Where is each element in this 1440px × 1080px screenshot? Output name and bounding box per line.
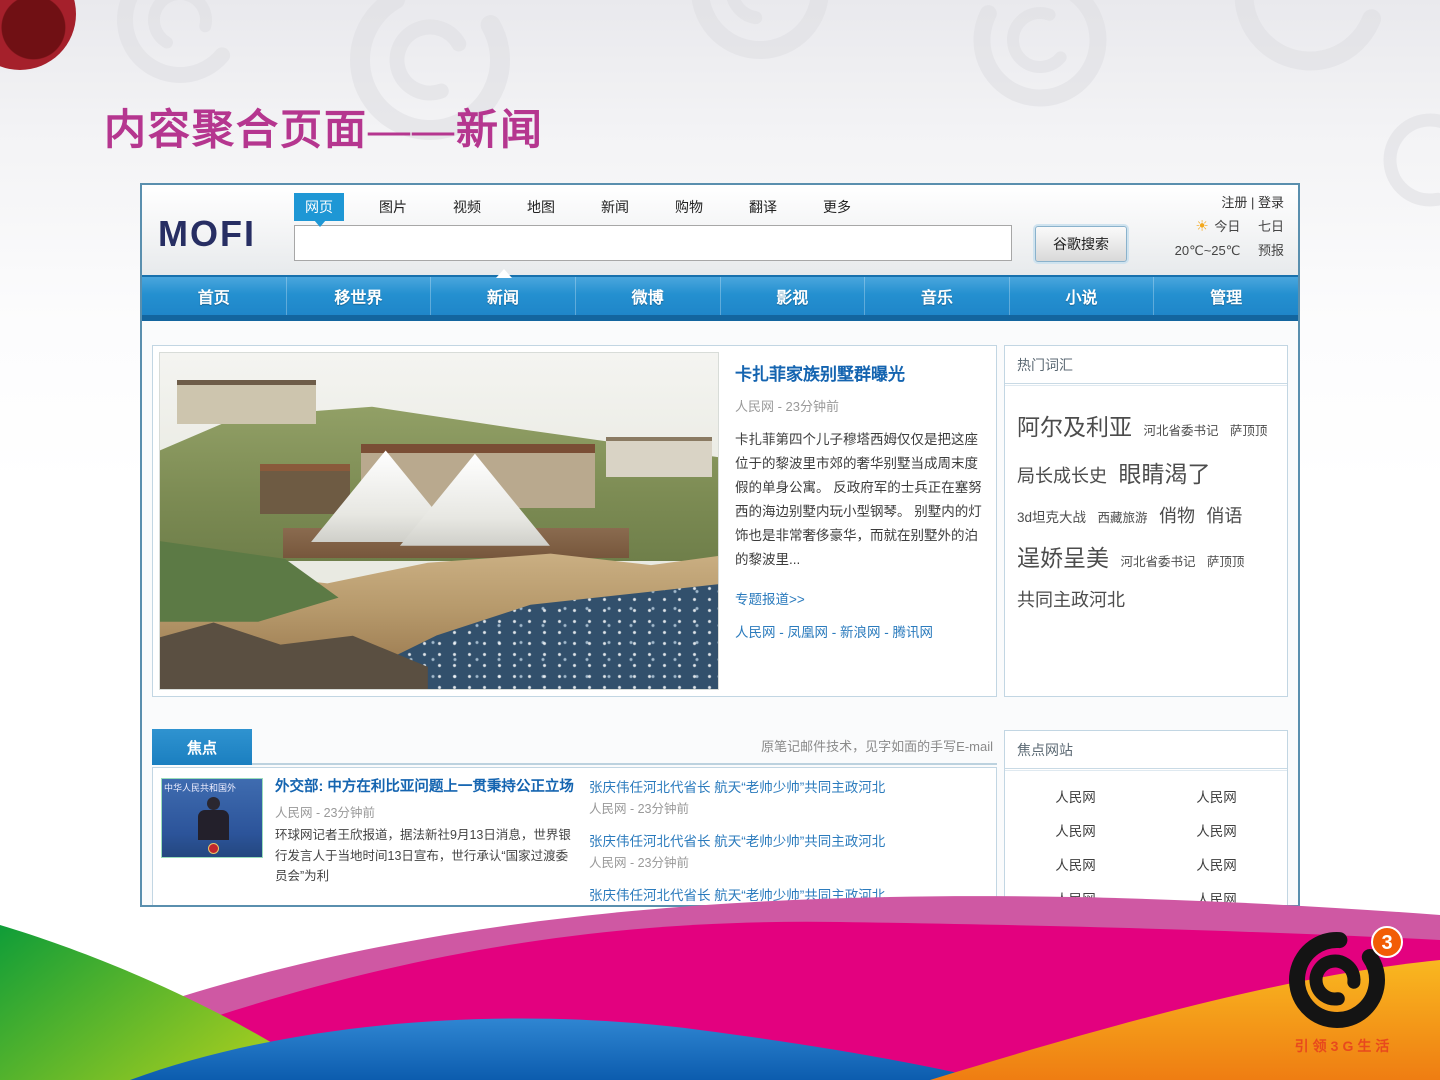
photo-cabin [260, 464, 349, 514]
weather-today-link[interactable]: 今日 [1214, 219, 1240, 234]
list-item: 张庆伟任河北代省长 航天“老帅少帅”共同主政河北 人民网 - 23分钟前 [589, 830, 987, 871]
hot-word-tag[interactable]: 阿尔及利亚 [1017, 414, 1132, 440]
weather-forecast-link[interactable]: 预报 [1258, 243, 1284, 258]
login-link[interactable]: 登录 [1258, 195, 1284, 210]
focus-item-headline[interactable]: 张庆伟任河北代省长 航天“老帅少帅”共同主政河北 [589, 830, 987, 850]
hot-word-tag[interactable]: 3d坦克大战 [1017, 510, 1086, 525]
browser-content: 卡扎菲家族别墅群曝光 人民网 - 23分钟前 卡扎菲第四个儿子穆塔西姆仅仅是把这… [142, 321, 1298, 905]
account-divider: | [1251, 195, 1254, 210]
article-source: 人民网 - 23分钟前 [735, 396, 987, 415]
focus-sites-title: 焦点网站 [1005, 731, 1287, 769]
focus-lead-headline[interactable]: 外交部: 中方在利比亚问题上一贯秉持公正立场 [275, 776, 577, 798]
article-body: 卡扎菲第四个儿子穆塔西姆仅仅是把这座位于的黎波里市郊的奢华别墅当成周末度假的单身… [735, 428, 987, 572]
focus-item-source: 人民网 - 23分钟前 [589, 852, 987, 871]
main-article-card: 卡扎菲家族别墅群曝光 人民网 - 23分钟前 卡扎菲第四个儿子穆塔西姆仅仅是把这… [152, 345, 997, 697]
search-tab-translate[interactable]: 翻译 [738, 193, 788, 221]
list-item: 张庆伟任河北代省长 航天“老帅少帅”共同主政河北 人民网 - 23分钟前 [589, 776, 987, 817]
search-tab-bar: 网页 图片 视频 地图 新闻 购物 翻译 更多 [294, 193, 862, 221]
hot-word-tag[interactable]: 俏物 [1159, 506, 1195, 526]
nav-item-news[interactable]: 新闻 [430, 277, 575, 315]
national-emblem-icon [208, 843, 219, 854]
nav-item-mobile-world[interactable]: 移世界 [286, 277, 431, 315]
active-tab-pointer [314, 220, 326, 233]
nav-item-admin[interactable]: 管理 [1153, 277, 1298, 315]
account-links: 注册 | 登录 [1221, 192, 1284, 211]
hot-words-title: 热门词汇 [1005, 346, 1287, 384]
article-photo[interactable] [159, 352, 719, 690]
nav-active-pointer [496, 261, 512, 278]
register-link[interactable]: 注册 [1221, 195, 1247, 210]
hot-words-panel: 热门词汇 阿尔及利亚 河北省委书记 萨顶顶 局长成长史 眼睛渴了 3d坦克大战 … [1004, 345, 1288, 697]
hot-word-tag[interactable]: 萨顶顶 [1207, 555, 1245, 569]
article-headline[interactable]: 卡扎菲家族别墅群曝光 [735, 360, 987, 385]
photo-building [177, 380, 317, 424]
hot-word-tag[interactable]: 逞娇呈美 [1017, 545, 1109, 571]
hot-word-tag[interactable]: 河北省委书记 [1120, 555, 1195, 569]
thumbnail-caption: 中华人民共和国外 [164, 781, 263, 794]
browser-mockup: MOFI 网页 图片 视频 地图 新闻 购物 翻译 更多 谷歌搜索 注册 | 登… [140, 183, 1300, 907]
hot-word-tag[interactable]: 萨顶顶 [1230, 424, 1268, 438]
site-link[interactable]: 人民网 [1005, 813, 1146, 847]
hot-words-cloud: 阿尔及利亚 河北省委书记 萨顶顶 局长成长史 眼睛渴了 3d坦克大战 西藏旅游 … [1005, 385, 1287, 637]
search-tab-maps[interactable]: 地图 [516, 193, 566, 221]
article-text-column: 卡扎菲家族别墅群曝光 人民网 - 23分钟前 卡扎菲第四个儿子穆塔西姆仅仅是把这… [735, 360, 987, 641]
hot-word-tag[interactable]: 俏语 [1206, 506, 1242, 526]
source-links[interactable]: 人民网 - 凤凰网 - 新浪网 - 腾讯网 [735, 621, 987, 641]
news-thumbnail[interactable]: 中华人民共和国外 [161, 778, 263, 858]
nav-item-movies[interactable]: 影视 [720, 277, 865, 315]
google-search-button[interactable]: 谷歌搜索 [1035, 226, 1127, 262]
nav-item-novels[interactable]: 小说 [1009, 277, 1154, 315]
weather-temp: 20℃~25℃ [1175, 243, 1241, 258]
focus-lead-source: 人民网 - 23分钟前 [275, 802, 577, 821]
focus-tab[interactable]: 焦点 [152, 729, 252, 765]
search-tab-more[interactable]: 更多 [812, 193, 862, 221]
main-nav: 首页 移世界 新闻 微博 影视 音乐 小说 管理 [142, 275, 1298, 315]
weather-week-link[interactable]: 七日 [1258, 219, 1284, 234]
site-link[interactable]: 人民网 [1005, 779, 1146, 813]
weather-temp-row: 20℃~25℃ 预报 [1175, 240, 1284, 259]
site-link[interactable]: 人民网 [1146, 779, 1287, 813]
site-link[interactable]: 人民网 [1146, 813, 1287, 847]
page-title: 内容聚合页面——新闻 [104, 96, 544, 157]
hot-word-tag[interactable]: 共同主政河北 [1017, 590, 1125, 610]
nav-item-home[interactable]: 首页 [142, 277, 286, 315]
nav-item-weibo[interactable]: 微博 [575, 277, 720, 315]
search-tab-news[interactable]: 新闻 [590, 193, 640, 221]
search-input[interactable] [294, 225, 1012, 261]
search-tab-video[interactable]: 视频 [442, 193, 492, 221]
wave-decoration [0, 870, 1440, 1080]
g3-logo: 3 引领3G生活 [1264, 924, 1424, 1074]
g3-tagline: 引领3G生活 [1264, 1036, 1424, 1056]
spokesperson-silhouette [207, 797, 220, 810]
slide: 内容聚合页面——新闻 MOFI 网页 图片 视频 地图 新闻 购物 翻译 更多 … [0, 0, 1440, 1080]
topic-report-link[interactable]: 专题报道>> [735, 588, 987, 608]
hot-word-tag[interactable]: 西藏旅游 [1097, 511, 1147, 525]
browser-header: MOFI 网页 图片 视频 地图 新闻 购物 翻译 更多 谷歌搜索 注册 | 登… [142, 185, 1298, 275]
focus-item-headline[interactable]: 张庆伟任河北代省长 航天“老帅少帅”共同主政河北 [589, 776, 987, 796]
photo-building [606, 437, 712, 477]
spokesperson-silhouette [198, 810, 229, 840]
mofi-logo[interactable]: MOFI [158, 213, 256, 255]
focus-tab-bar: 焦点 原笔记邮件技术，见字如面的手写E-mail [152, 729, 997, 765]
sun-icon: ☀ [1195, 218, 1208, 235]
hot-word-tag[interactable]: 河北省委书记 [1143, 424, 1218, 438]
weather-day-row: ☀ 今日 七日 [1195, 216, 1284, 235]
handwriting-note: 原笔记邮件技术，见字如面的手写E-mail [761, 729, 993, 765]
g3-spiral-icon: 3 [1279, 924, 1409, 1034]
hot-word-tag[interactable]: 眼睛渴了 [1118, 461, 1210, 487]
nav-item-music[interactable]: 音乐 [864, 277, 1009, 315]
search-tab-web[interactable]: 网页 [294, 193, 344, 221]
search-tab-shopping[interactable]: 购物 [664, 193, 714, 221]
g3-badge: 3 [1381, 932, 1392, 954]
focus-item-source: 人民网 - 23分钟前 [589, 798, 987, 817]
search-tab-images[interactable]: 图片 [368, 193, 418, 221]
hot-word-tag[interactable]: 局长成长史 [1017, 466, 1107, 486]
